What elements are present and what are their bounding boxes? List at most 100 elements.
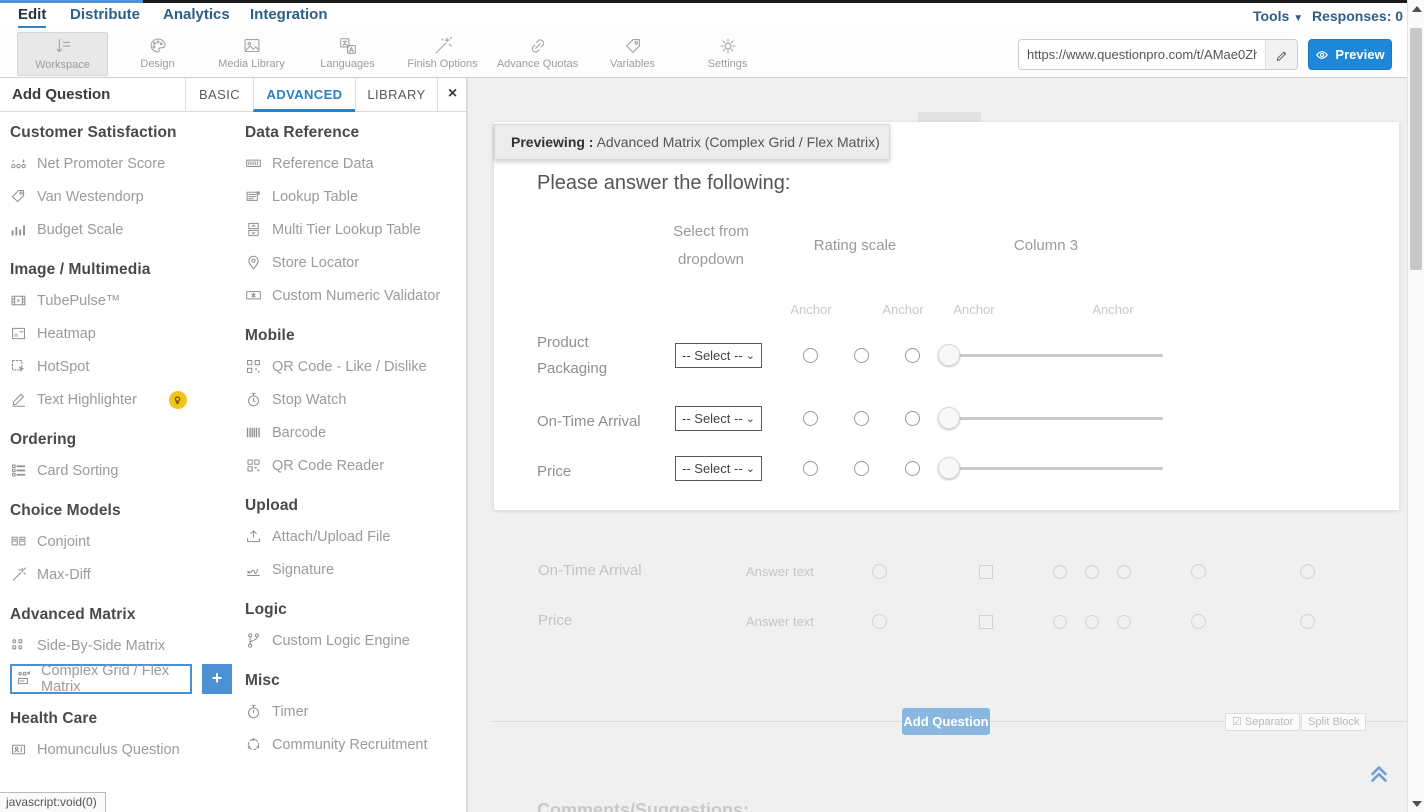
item-side-by-side-matrix[interactable]: Side-By-Side Matrix bbox=[10, 629, 232, 662]
dim-answer-text-2: Answer text bbox=[746, 614, 814, 629]
item-custom-logic-engine[interactable]: Custom Logic Engine bbox=[245, 624, 463, 657]
item-text-highlighter[interactable]: Text Highlighter bbox=[10, 383, 232, 416]
upload-icon bbox=[245, 528, 262, 545]
survey-url-input[interactable] bbox=[1019, 40, 1265, 69]
item-heatmap[interactable]: Heatmap bbox=[10, 317, 232, 350]
tab-advanced[interactable]: ADVANCED bbox=[253, 78, 355, 112]
section-title: Mobile bbox=[245, 327, 463, 345]
slider-track-row2[interactable] bbox=[946, 417, 1163, 420]
item-hotspot[interactable]: HotSpot bbox=[10, 350, 232, 383]
radio-row1-3[interactable] bbox=[905, 348, 920, 363]
radio-row2-3[interactable] bbox=[905, 411, 920, 426]
item-label: Lookup Table bbox=[272, 189, 358, 205]
dim-radio bbox=[1300, 564, 1315, 579]
item-label: Complex Grid / Flex Matrix bbox=[41, 663, 184, 695]
scrollbar-down-arrow[interactable] bbox=[1412, 801, 1422, 807]
item-budget-scale[interactable]: Budget Scale bbox=[10, 213, 232, 246]
item-label: Side-By-Side Matrix bbox=[37, 638, 165, 654]
section-image-multimedia: Image / Multimedia TubePulse™ Heatmap Ho… bbox=[10, 261, 232, 416]
toolbar-languages[interactable]: Languages bbox=[300, 32, 395, 76]
scrollbar-thumb[interactable] bbox=[1410, 28, 1422, 270]
item-attach-upload-file[interactable]: Attach/Upload File bbox=[245, 520, 463, 553]
item-tubepulse[interactable]: TubePulse™ bbox=[10, 284, 232, 317]
nav-edit[interactable]: Edit bbox=[18, 6, 46, 28]
item-community-recruitment[interactable]: Community Recruitment bbox=[245, 728, 463, 761]
toolbar-label: Variables bbox=[585, 58, 680, 70]
item-barcode[interactable]: Barcode bbox=[245, 416, 463, 449]
toolbar-finish-options[interactable]: Finish Options bbox=[395, 32, 490, 76]
item-net-promoter-score[interactable]: Net Promoter Score bbox=[10, 147, 232, 180]
hotspot-icon bbox=[10, 358, 27, 375]
separator-toggle[interactable]: ☑ Separator bbox=[1225, 713, 1300, 731]
preview-button[interactable]: Preview bbox=[1308, 39, 1392, 70]
item-lookup-table[interactable]: Lookup Table bbox=[245, 180, 463, 213]
image-icon bbox=[241, 35, 263, 57]
toolbar-variables[interactable]: Variables bbox=[585, 32, 680, 76]
nav-analytics[interactable]: Analytics bbox=[163, 6, 230, 23]
add-selected-question-button[interactable]: + bbox=[202, 664, 232, 694]
select-row2[interactable]: -- Select --⌄ bbox=[675, 406, 762, 431]
barcode-icon bbox=[245, 424, 262, 441]
tab-basic[interactable]: BASIC bbox=[185, 78, 253, 112]
radio-row2-2[interactable] bbox=[854, 411, 869, 426]
numeric-validator-icon bbox=[245, 287, 262, 304]
radio-row3-2[interactable] bbox=[854, 461, 869, 476]
item-homunculus-question[interactable]: Homunculus Question bbox=[10, 733, 232, 766]
item-label: Custom Numeric Validator bbox=[272, 288, 440, 304]
selected-item-box[interactable]: Complex Grid / Flex Matrix bbox=[10, 664, 192, 694]
toolbar-settings[interactable]: Settings bbox=[680, 32, 775, 76]
responses-count[interactable]: Responses: 0 bbox=[1312, 8, 1403, 24]
item-van-westendorp[interactable]: Van Westendorp bbox=[10, 180, 232, 213]
split-block-button[interactable]: Split Block bbox=[1301, 713, 1366, 731]
slider-track-row3[interactable] bbox=[946, 467, 1163, 470]
toolbar-media-library[interactable]: Media Library bbox=[204, 32, 299, 76]
item-label: Homunculus Question bbox=[37, 742, 180, 758]
add-question-button[interactable]: Add Question bbox=[902, 708, 990, 735]
item-label: Multi Tier Lookup Table bbox=[272, 222, 421, 238]
row-label-price: Price bbox=[537, 459, 667, 485]
item-reference-data[interactable]: Reference Data bbox=[245, 147, 463, 180]
dim-radio bbox=[1085, 565, 1099, 579]
tools-menu[interactable]: Tools ▼ bbox=[1253, 8, 1303, 24]
edit-url-button[interactable] bbox=[1265, 40, 1297, 69]
sort-list-icon bbox=[10, 462, 27, 479]
item-signature[interactable]: Signature bbox=[245, 553, 463, 586]
section-title: Choice Models bbox=[10, 502, 232, 520]
scrollbar-up-arrow[interactable] bbox=[1412, 6, 1422, 12]
toolbar-label: Settings bbox=[680, 58, 775, 70]
item-timer[interactable]: Timer bbox=[245, 695, 463, 728]
item-multi-tier-lookup-table[interactable]: Multi Tier Lookup Table bbox=[245, 213, 463, 246]
tab-library[interactable]: LIBRARY bbox=[355, 78, 437, 112]
radio-row1-2[interactable] bbox=[854, 348, 869, 363]
item-complex-grid-flex-matrix[interactable]: Complex Grid / Flex Matrix + bbox=[10, 662, 232, 695]
radio-row2-1[interactable] bbox=[803, 411, 818, 426]
community-icon bbox=[245, 736, 262, 753]
toolbar-advance-quotas[interactable]: Advance Quotas bbox=[490, 32, 585, 76]
item-max-diff[interactable]: Max-Diff bbox=[10, 558, 232, 591]
radio-row1-1[interactable] bbox=[803, 348, 818, 363]
slider-track-row1[interactable] bbox=[946, 354, 1163, 357]
radio-row3-1[interactable] bbox=[803, 461, 818, 476]
item-store-locator[interactable]: Store Locator bbox=[245, 246, 463, 279]
scroll-to-top-button[interactable] bbox=[1366, 760, 1392, 786]
slider-knob-row3[interactable] bbox=[938, 457, 960, 479]
close-icon[interactable]: × bbox=[437, 78, 467, 112]
slider-knob-row2[interactable] bbox=[938, 407, 960, 429]
item-custom-numeric-validator[interactable]: Custom Numeric Validator bbox=[245, 279, 463, 312]
slider-knob-row1[interactable] bbox=[938, 344, 960, 366]
nav-distribute[interactable]: Distribute bbox=[70, 6, 140, 23]
item-conjoint[interactable]: Conjoint bbox=[10, 525, 232, 558]
toolbar-design[interactable]: Design bbox=[110, 32, 205, 76]
item-card-sorting[interactable]: Card Sorting bbox=[10, 454, 232, 487]
page-scrollbar[interactable] bbox=[1407, 0, 1424, 812]
radio-row3-3[interactable] bbox=[905, 461, 920, 476]
item-qr-code-reader[interactable]: QR Code Reader bbox=[245, 449, 463, 482]
item-stop-watch[interactable]: Stop Watch bbox=[245, 383, 463, 416]
item-qr-code-like-dislike[interactable]: QR Code - Like / Dislike bbox=[245, 350, 463, 383]
homunculus-icon bbox=[10, 741, 27, 758]
select-row1[interactable]: -- Select --⌄ bbox=[675, 343, 762, 368]
select-row3[interactable]: -- Select --⌄ bbox=[675, 456, 762, 481]
nav-integration[interactable]: Integration bbox=[250, 6, 328, 23]
toolbar-workspace[interactable]: Workspace bbox=[17, 32, 108, 76]
gear-icon bbox=[717, 35, 739, 57]
